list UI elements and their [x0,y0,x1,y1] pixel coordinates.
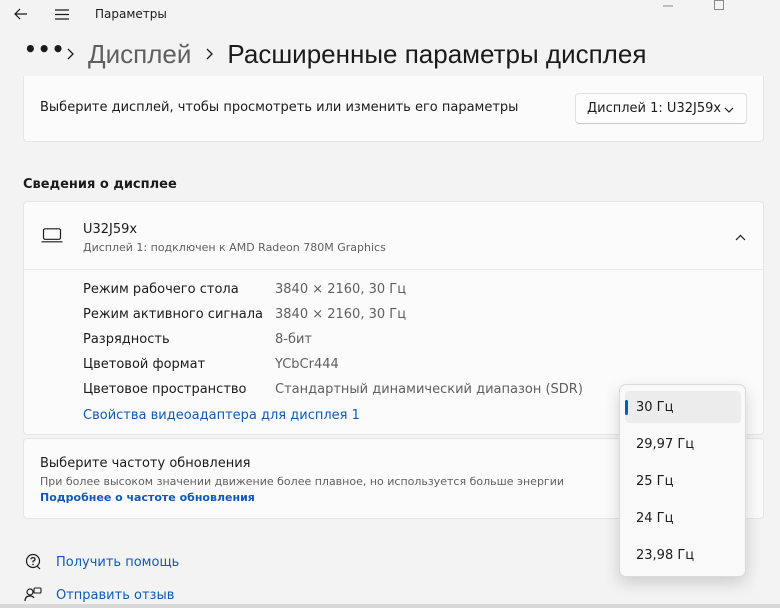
help-icon [22,552,44,572]
maximize-icon [714,0,724,10]
refresh-rate-dropdown-list: 30 Гц 29,97 Гц 25 Гц 24 Гц 23,98 Гц [619,384,746,577]
adapter-properties-link[interactable]: Свойства видеоадаптера для дисплея 1 [83,408,360,423]
refresh-rate-option[interactable]: 23,98 Гц [625,539,741,571]
refresh-rate-option[interactable]: 25 Гц [625,465,741,497]
info-row-label: Цветовой формат [83,357,206,372]
hamburger-icon [55,8,69,20]
refresh-rate-option-label: 25 Гц [636,473,674,489]
refresh-rate-option-label: 24 Гц [636,510,674,526]
display-select-label: Выберите дисплей, чтобы просмотреть или … [40,100,519,115]
chevron-down-icon [724,103,734,118]
get-help-label: Получить помощь [56,554,180,570]
display-name: U32J59x [83,222,138,237]
maximize-button[interactable] [704,0,734,12]
send-feedback-link[interactable]: Отправить отзыв [22,585,174,605]
section-title-display-info: Сведения о дисплее [23,177,177,192]
refresh-rate-description: При более высоком значении движение боле… [40,475,565,488]
info-row-label: Режим активного сигнала [83,307,263,322]
refresh-rate-option-label: 23,98 Гц [636,547,695,563]
info-row-value: 3840 × 2160, 30 Гц [275,282,407,297]
window-bottom-edge [0,604,780,608]
breadcrumb: ••• Дисплей Расширенные параметры диспле… [24,34,646,74]
info-row-value: Стандартный динамический диапазон (SDR) [275,382,583,397]
feedback-icon [22,585,44,605]
display-select-card: Выберите дисплей, чтобы просмотреть или … [23,76,764,142]
page-title: Расширенные параметры дисплея [227,38,647,69]
info-row-value: 3840 × 2160, 30 Гц [275,307,407,322]
laptop-icon [41,228,63,247]
navigation-menu-button[interactable] [51,4,73,24]
display-select-value: Дисплей 1: U32J59x [587,101,722,116]
back-button[interactable] [10,4,32,24]
refresh-rate-option[interactable]: 29,97 Гц [625,428,741,460]
selection-indicator [625,400,628,415]
refresh-rate-option[interactable]: 30 Гц [625,391,741,423]
send-feedback-label: Отправить отзыв [56,587,175,603]
back-arrow-icon [14,8,27,20]
refresh-rate-option-label: 29,97 Гц [636,436,695,452]
chevron-right-icon [58,48,82,60]
chevron-right-icon [197,48,221,60]
title-bar: Параметры [0,0,780,28]
get-help-link[interactable]: Получить помощь [22,552,179,572]
display-info-header[interactable]: U32J59x Дисплей 1: подключен к AMD Radeo… [24,202,763,270]
display-select-dropdown[interactable]: Дисплей 1: U32J59x [575,93,747,124]
display-connection: Дисплей 1: подключен к AMD Radeon 780M G… [83,241,386,254]
minimize-icon [663,5,673,7]
refresh-rate-learn-more-link[interactable]: Подробнее о частоте обновления [40,491,255,504]
info-row-label: Разрядность [83,332,170,347]
info-row-label: Цветовое пространство [83,382,247,397]
minimize-button[interactable] [653,0,683,12]
refresh-rate-title: Выберите частоту обновления [40,456,251,471]
info-row-value: 8-бит [275,332,313,347]
breadcrumb-more-button[interactable]: ••• [24,37,64,61]
info-row-label: Режим рабочего стола [83,282,239,297]
chevron-up-icon[interactable] [735,230,746,245]
breadcrumb-parent-display[interactable]: Дисплей [82,39,197,70]
refresh-rate-option-label: 30 Гц [636,399,674,415]
refresh-rate-option[interactable]: 24 Гц [625,502,741,534]
info-row-value: YCbCr444 [275,357,339,372]
window-title: Параметры [95,7,167,21]
